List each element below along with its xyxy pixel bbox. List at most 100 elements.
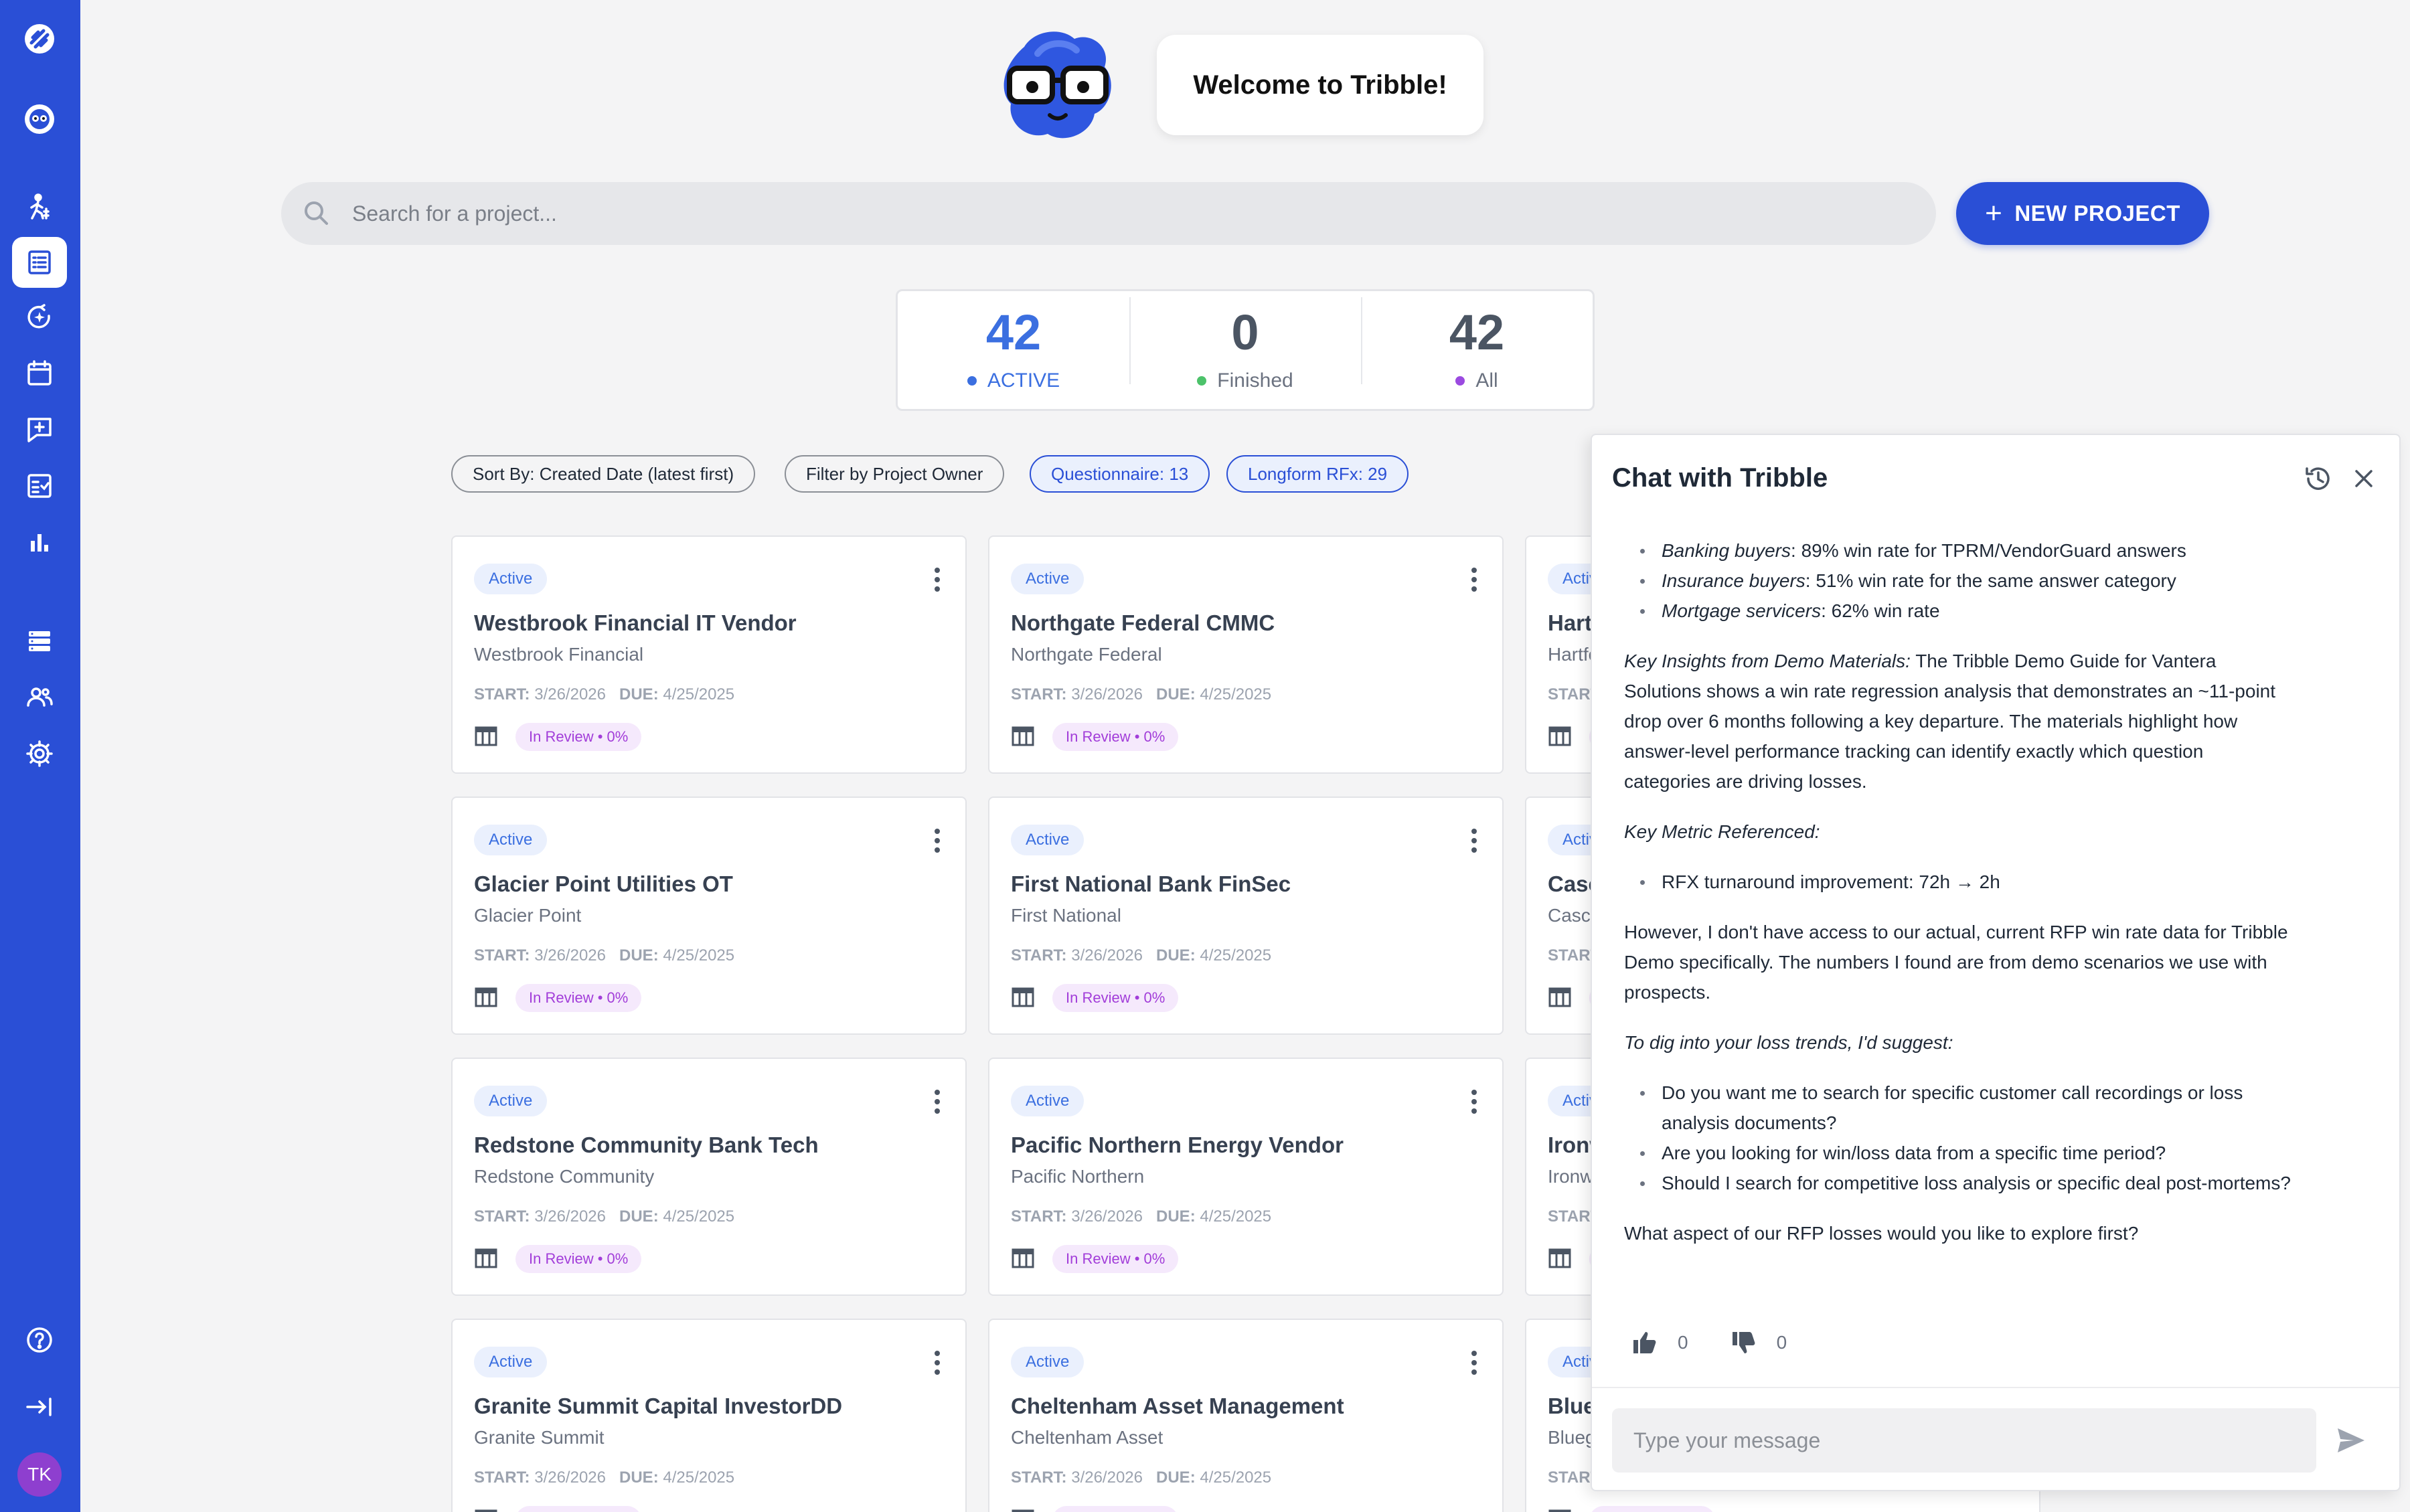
project-company: Redstone Community [474,1166,655,1187]
project-title[interactable]: Granite Summit Capital InvestorDD [474,1394,842,1419]
stat-finished[interactable]: 0 Finished [1129,297,1361,392]
history-icon[interactable] [2302,462,2335,495]
project-title[interactable]: Northgate Federal CMMC [1011,610,1275,636]
close-icon[interactable] [2347,462,2381,495]
project-company: First National [1011,905,1121,926]
projects-icon[interactable] [12,237,67,288]
review-status-badge: In Review • 0% [1052,1506,1179,1512]
project-stats: 42 ACTIVE 0 Finished 42 All [896,289,1595,411]
project-title[interactable]: Westbrook Financial IT Vendor [474,610,797,636]
more-options-icon[interactable] [933,827,941,854]
project-card[interactable]: Active Redstone Community Bank Tech Redsto… [451,1058,967,1296]
metric-list: RFX turnaround improvement: 72h → 2h [1624,867,2294,897]
table-icon [1012,726,1034,746]
new-project-button[interactable]: + NEW PROJECT [1956,182,2209,245]
more-options-icon[interactable] [1470,566,1478,593]
search-input[interactable] [352,201,1825,226]
status-badge: Active [1011,1086,1084,1116]
settings-icon[interactable] [12,728,67,779]
getting-started-icon[interactable] [12,182,67,233]
project-card[interactable]: Active Pacific Northern Energy Vendor Paci… [988,1058,1504,1296]
project-card[interactable]: Active Westbrook Financial IT Vendor Westb… [451,535,967,774]
thumbs-down-icon[interactable] [1729,1328,1758,1357]
sort-chip[interactable]: Sort By: Created Date (latest first) [451,455,756,493]
stat-all-value: 42 [1449,305,1505,360]
owner-filter-chip[interactable]: Filter by Project Owner [785,455,1005,493]
stat-active-label: ACTIVE [987,369,1060,392]
list-item: Are you looking for win/loss data from a… [1624,1138,2294,1168]
review-status-badge: In Review • 0% [515,1245,642,1273]
send-icon[interactable] [2334,1423,2368,1458]
table-icon [1548,987,1571,1007]
knowledge-base-icon[interactable] [12,616,67,667]
analytics-icon[interactable] [12,517,67,568]
avatar[interactable]: TK [17,1452,62,1497]
project-title[interactable]: Glacier Point Utilities OT [474,871,733,897]
status-badge: Active [474,825,548,855]
review-status-badge: In Review • 0% [1052,723,1179,751]
project-title[interactable]: Pacific Northern Energy Vendor [1011,1132,1344,1158]
sidebar: TK [0,0,80,1512]
logo-icon[interactable] [12,13,67,64]
stat-active[interactable]: 42 ACTIVE [898,308,1129,392]
project-title[interactable]: Redstone Community Bank Tech [474,1132,819,1158]
review-status-badge: In Review • 0% [515,1506,642,1512]
project-company: Cheltenham Asset [1011,1427,1163,1448]
stat-finished-value: 0 [1231,305,1259,360]
more-options-icon[interactable] [933,1088,941,1115]
table-icon [1548,1509,1571,1512]
search-bar[interactable] [281,182,1936,245]
project-company: Westbrook Financial [474,644,644,665]
more-options-icon[interactable] [1470,1349,1478,1376]
status-badge: Active [474,564,548,594]
calendar-icon[interactable] [12,348,67,399]
more-options-icon[interactable] [933,566,941,593]
questionnaire-filter-chip[interactable]: Questionnaire: 13 [1030,455,1210,493]
thumbs-up-icon[interactable] [1629,1328,1659,1357]
ai-magic-icon[interactable] [12,292,67,343]
chat-icon[interactable] [12,404,67,455]
project-company: Glacier Point [474,905,582,926]
suggestion-list: Do you want me to search for specific cu… [1624,1078,2294,1198]
search-icon [305,201,328,225]
collapse-icon[interactable] [12,1381,67,1432]
project-card[interactable]: Active Glacier Point Utilities OT Glacier … [451,796,967,1035]
table-icon [1012,1248,1034,1268]
status-badge: Active [1011,564,1084,594]
status-dot [1197,376,1207,386]
longform-filter-chip[interactable]: Longform RFx: 29 [1226,455,1409,493]
more-options-icon[interactable] [1470,1088,1478,1115]
mascot-icon [997,27,1118,145]
checklist-icon[interactable] [12,460,67,511]
assistant-icon[interactable] [12,94,67,145]
suggest-heading: To dig into your loss trends, I'd sugges… [1624,1032,1953,1053]
stat-all[interactable]: 42 All [1361,297,1593,392]
review-status-badge: In Review • 0% [515,723,642,751]
users-icon[interactable] [12,672,67,723]
table-icon [1548,1248,1571,1268]
project-card[interactable]: Active First National Bank FinSec First Na… [988,796,1504,1035]
table-icon [475,987,497,1007]
closing-question: What aspect of our RFP losses would you … [1624,1223,2139,1244]
table-icon [475,726,497,746]
project-company: Pacific Northern [1011,1166,1145,1187]
more-options-icon[interactable] [1470,827,1478,854]
help-icon[interactable] [12,1315,67,1365]
thumbs-down-count: 0 [1776,1332,1787,1353]
however-paragraph: However, I don't have access to our actu… [1624,922,2288,1003]
project-title[interactable]: Cheltenham Asset Management [1011,1394,1344,1419]
project-title[interactable]: First National Bank FinSec [1011,871,1291,897]
stat-all-label: All [1475,369,1498,392]
metric-heading: Key Metric Referenced: [1624,821,1820,842]
list-item: Mortgage servicers: 62% win rate [1624,596,2294,626]
welcome-bubble: Welcome to Tribble! [1157,35,1483,135]
project-dates: START: 3/26/2026 DUE: 4/25/2025 [474,946,735,964]
project-dates: START: 3/26/2026 DUE: 4/25/2025 [1011,946,1272,964]
project-card[interactable]: Active Northgate Federal CMMC Northgate Fe… [988,535,1504,774]
list-item: Should I search for competitive loss ana… [1624,1168,2294,1198]
project-card[interactable]: Active Granite Summit Capital InvestorDD G… [451,1319,967,1512]
chat-input[interactable] [1612,1408,2316,1473]
chat-message: Banking buyers: 89% win rate for TPRM/Ve… [1624,535,2294,1248]
more-options-icon[interactable] [933,1349,941,1376]
project-card[interactable]: Active Cheltenham Asset Management Chelten… [988,1319,1504,1512]
